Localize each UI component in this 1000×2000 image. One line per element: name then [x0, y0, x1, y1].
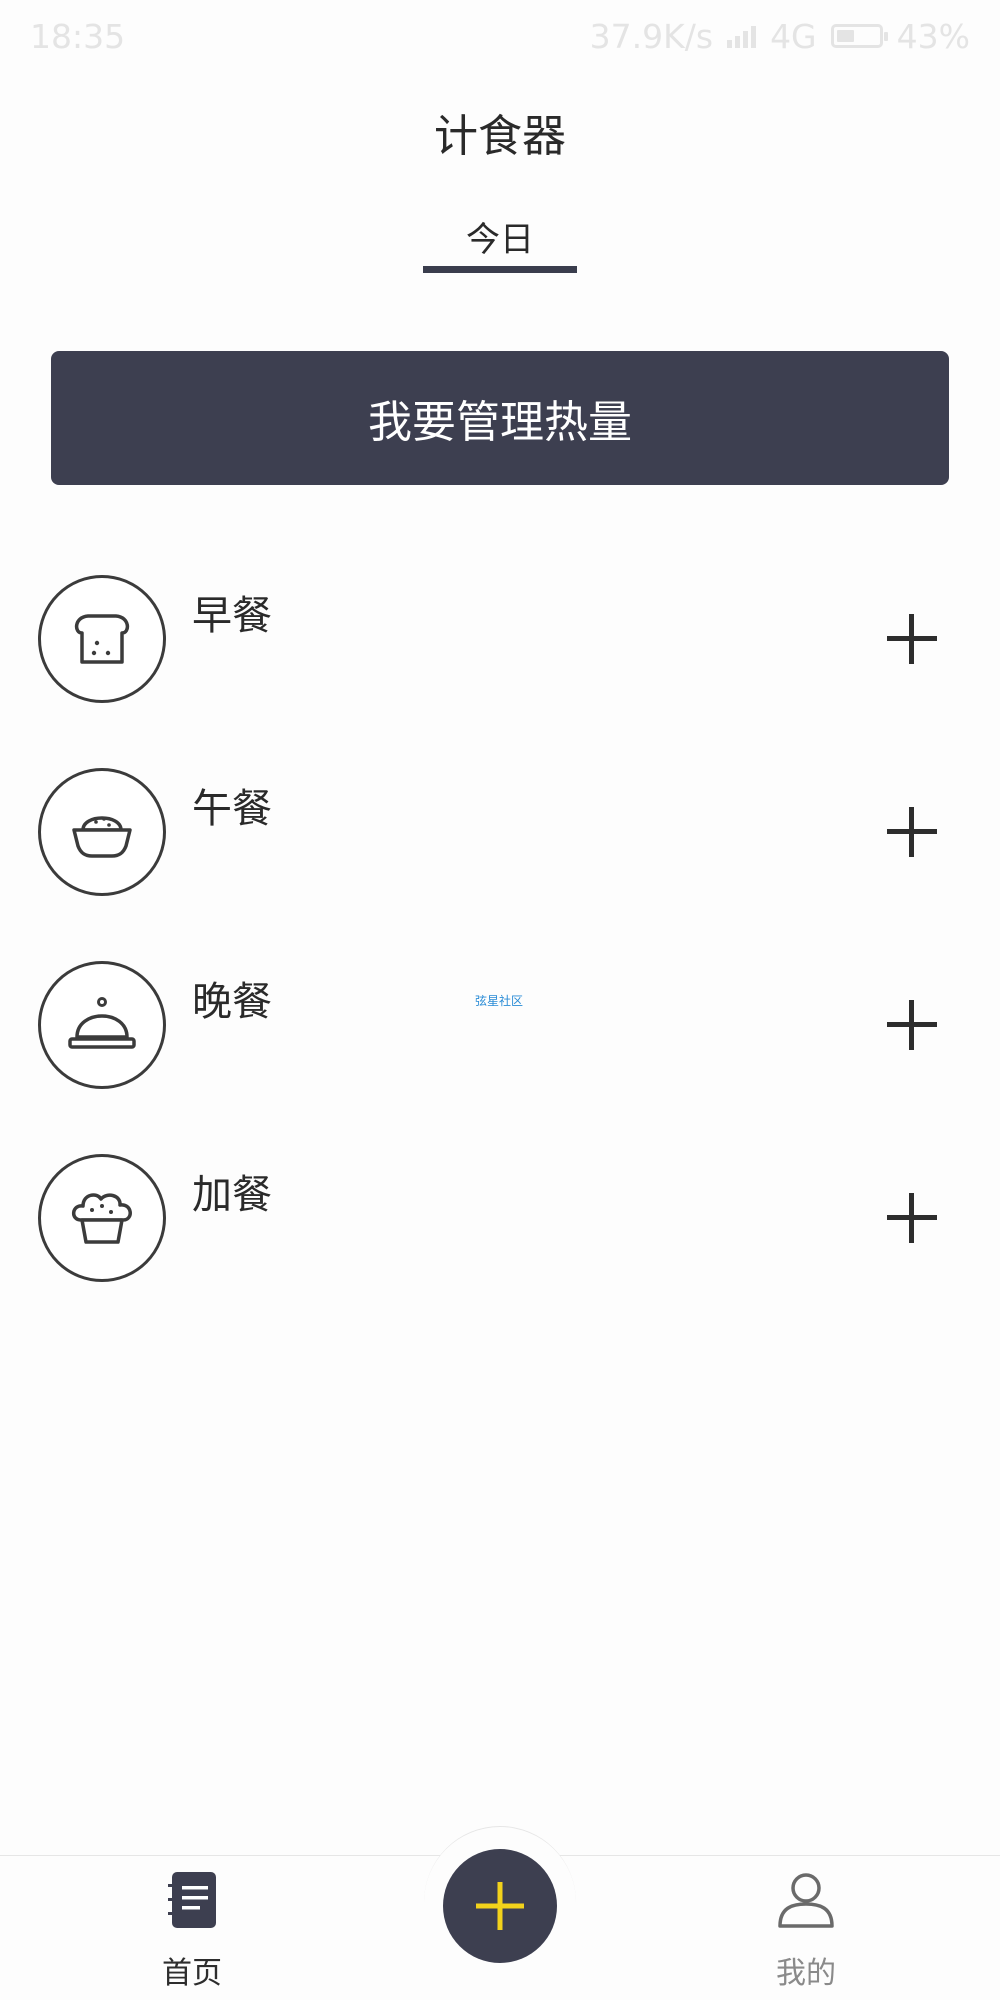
meal-row-lunch[interactable]: 午餐 [0, 768, 1000, 898]
page-title: 计食器 [434, 111, 566, 162]
plus-icon [887, 1000, 937, 1050]
meal-label-lunch: 午餐 [192, 786, 272, 832]
meal-label-breakfast: 早餐 [192, 593, 272, 639]
add-lunch-button[interactable] [872, 784, 952, 880]
toast-icon [38, 575, 166, 703]
muffin-icon [38, 1154, 166, 1282]
plus-icon [887, 1193, 937, 1243]
battery-percent: 43% [896, 16, 970, 56]
status-time: 18:35 [30, 16, 126, 56]
meal-label-dinner: 晚餐 [192, 979, 272, 1025]
plus-icon [887, 807, 937, 857]
nav-me[interactable]: 我的 [706, 1856, 906, 2000]
plus-icon [887, 614, 937, 664]
network-speed: 37.9K/s [589, 16, 714, 56]
rice-bowl-icon [38, 768, 166, 896]
tab-active-indicator [423, 266, 577, 273]
status-bar: 18:35 37.9K/s 4G 43% [0, 0, 1000, 72]
add-dinner-button[interactable] [872, 977, 952, 1073]
add-snack-button[interactable] [872, 1170, 952, 1266]
watermark: 弦星社区 [475, 994, 524, 1008]
network-type: 4G [770, 16, 817, 56]
meal-row-breakfast[interactable]: 早餐 [0, 575, 1000, 705]
meal-label-snack: 加餐 [192, 1172, 272, 1218]
user-icon [778, 1873, 834, 1928]
tab-today[interactable]: 今日 [423, 212, 577, 261]
nav-home[interactable]: 首页 [92, 1856, 292, 2000]
battery-icon [830, 24, 888, 48]
notebook-icon [168, 1872, 216, 1928]
signal-icon [727, 24, 757, 48]
plus-icon [476, 1882, 524, 1930]
add-breakfast-button[interactable] [872, 591, 952, 687]
meal-row-dinner[interactable]: 晚餐 [0, 961, 1000, 1091]
status-indicators: 37.9K/s 4G 43% [590, 17, 970, 56]
nav-me-label: 我的 [776, 1956, 836, 1991]
add-food-fab[interactable] [443, 1849, 557, 1963]
cloche-icon [38, 961, 166, 1089]
manage-calories-button[interactable]: 我要管理热量 [51, 351, 949, 485]
meal-row-snack[interactable]: 加餐 [0, 1154, 1000, 1284]
nav-home-label: 首页 [162, 1956, 222, 1991]
